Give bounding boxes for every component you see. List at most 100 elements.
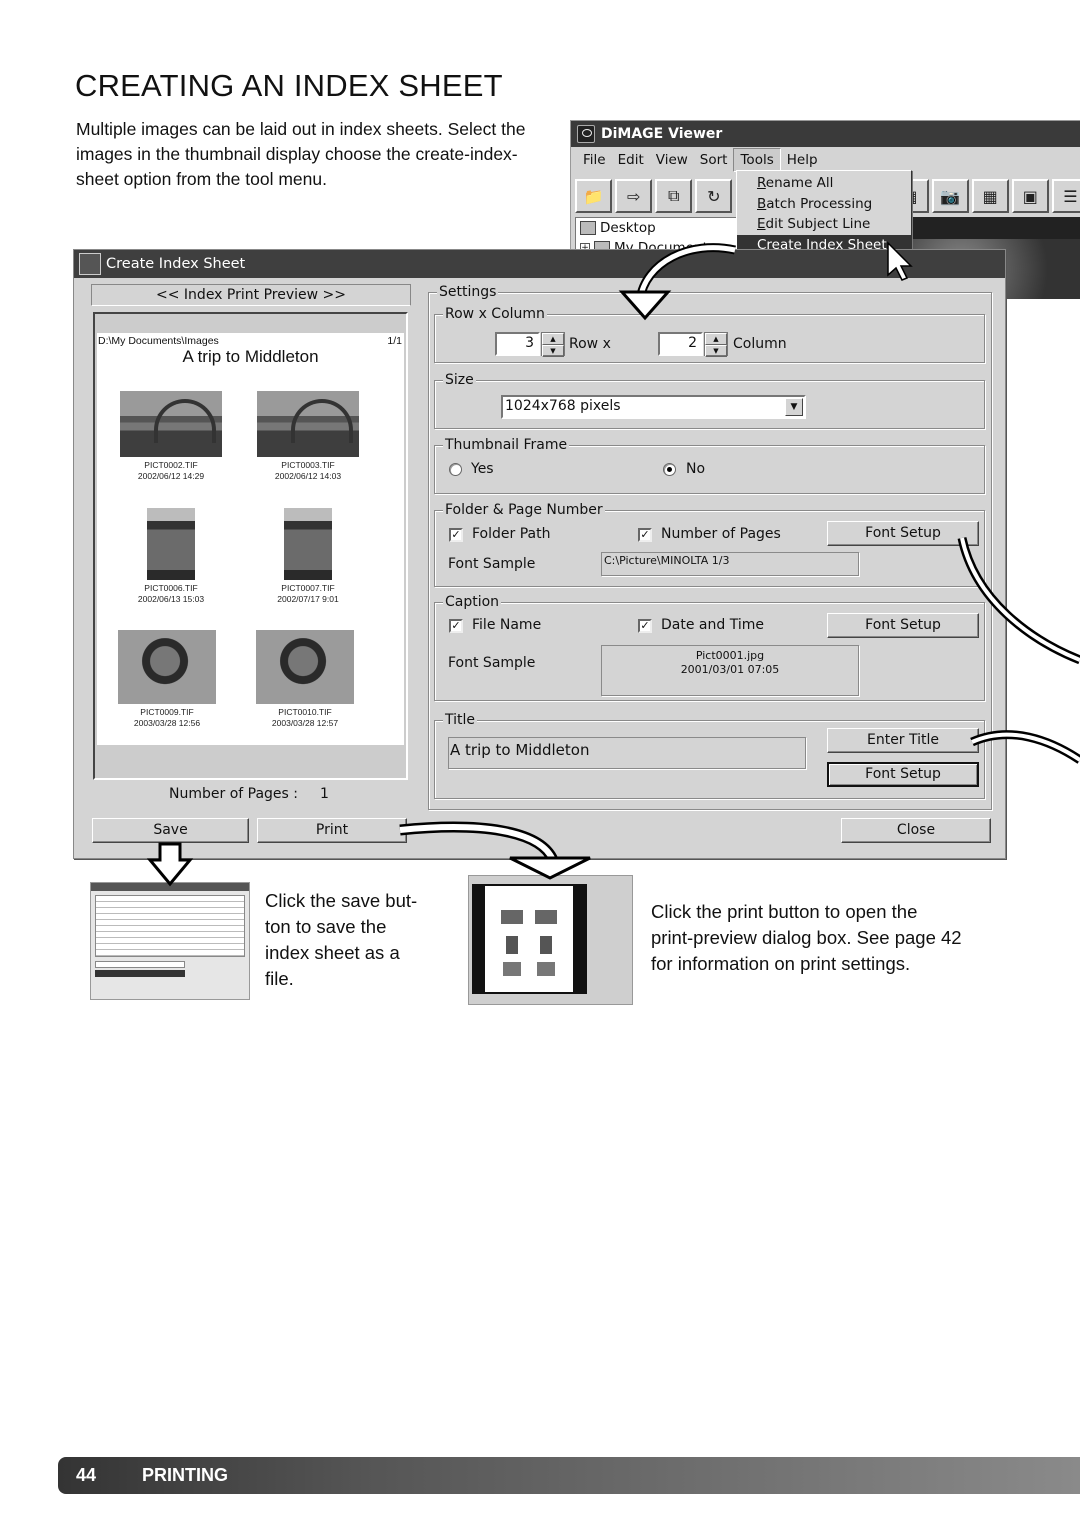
- menu-item-edit-subject-line[interactable]: Edit Subject Line: [737, 214, 911, 235]
- print-caption: Click the print button to open the print…: [651, 901, 962, 974]
- save-caption: Click the save but- ton to save the inde…: [265, 890, 418, 989]
- sheet-thumbnail: PICT0010.TIF 2003/03/28 12:57: [235, 630, 375, 729]
- settings-label: Settings: [437, 283, 499, 301]
- number-of-pages-checkbox[interactable]: ✓: [638, 528, 652, 542]
- thumbnail-frame-group: Thumbnail Frame Yes No: [434, 436, 985, 494]
- rows-input[interactable]: 3: [495, 332, 540, 356]
- date-time-label: Date and Time: [661, 617, 764, 633]
- date-time-checkbox[interactable]: ✓: [638, 619, 652, 633]
- move-to-folder-icon[interactable]: ⇨: [615, 179, 653, 213]
- folder-font-setup-button[interactable]: Font Setup: [827, 521, 979, 546]
- save-button[interactable]: Save: [92, 818, 249, 843]
- close-button[interactable]: Close: [841, 818, 991, 843]
- title-group: Title A trip to Middleton Enter Title Fo…: [434, 711, 985, 799]
- caption-label: Caption: [443, 593, 502, 611]
- folder-page-number-label: Folder & Page Number: [443, 501, 605, 519]
- sheet-thumbnail: PICT0009.TIF 2003/03/28 12:56: [97, 630, 237, 729]
- page-number: 44: [76, 1465, 97, 1485]
- viewer-title-bar: DiMAGE Viewer: [571, 121, 1080, 147]
- frame-yes-label: Yes: [471, 461, 494, 477]
- print-preview-screenshot: [468, 875, 633, 1005]
- enter-title-button[interactable]: Enter Title: [827, 728, 979, 753]
- columns-input[interactable]: 2: [658, 332, 703, 356]
- caption-font-setup-button[interactable]: Font Setup: [827, 613, 979, 638]
- menu-item-batch-processing[interactable]: Batch Processing: [737, 194, 911, 215]
- intro-paragraph: Multiple images can be laid out in index…: [76, 119, 526, 189]
- menu-file[interactable]: File: [577, 149, 612, 171]
- folder-path-checkbox[interactable]: ✓: [449, 528, 463, 542]
- size-group: Size 1024x768 pixels ▼: [434, 371, 985, 429]
- sheet-thumbnail: PICT0002.TIF 2002/06/12 14:29: [101, 391, 241, 482]
- columns-spinner[interactable]: ▲ ▼: [704, 332, 728, 357]
- rows-spinner[interactable]: ▲ ▼: [541, 332, 565, 357]
- folder-font-sample: C:\Picture\MINOLTA 1/3: [601, 552, 859, 576]
- thumbnail-image: [256, 630, 354, 704]
- dialog-title-bar: Create Index Sheet: [74, 250, 1005, 278]
- size-select[interactable]: 1024x768 pixels ▼: [501, 395, 806, 419]
- thumbnail-image: [284, 508, 332, 580]
- sheet-thumbnail: PICT0003.TIF 2002/06/12 14:03: [238, 391, 378, 482]
- copy-to-folder-icon[interactable]: ⧉: [655, 179, 693, 213]
- thumbnail-image: [118, 630, 216, 704]
- frame-yes-radio[interactable]: [449, 463, 462, 476]
- save-as-dialog-screenshot: [90, 882, 250, 1000]
- file-name-label: File Name: [472, 617, 542, 633]
- spin-down-icon: ▼: [705, 345, 727, 357]
- menu-help[interactable]: Help: [781, 149, 824, 171]
- columns-label: Column: [733, 336, 787, 352]
- sheet-page-number: 1/1: [387, 335, 402, 347]
- menu-edit[interactable]: Edit: [612, 149, 650, 171]
- frame-no-label: No: [686, 461, 706, 477]
- title-field: A trip to Middleton: [448, 737, 806, 769]
- spin-down-icon: ▼: [542, 345, 564, 357]
- chevron-down-icon[interactable]: ▼: [785, 398, 803, 416]
- rows-label: Row x: [569, 336, 611, 352]
- thumbnail-frame-label: Thumbnail Frame: [443, 436, 570, 454]
- page-footer: 44 PRINTING: [58, 1457, 1080, 1494]
- desktop-icon: [580, 221, 596, 235]
- folder-path-label: Folder Path: [472, 526, 551, 542]
- menu-tools[interactable]: Tools: [733, 148, 781, 172]
- sheet-title: A trip to Middleton: [182, 347, 319, 366]
- caption-group: Caption ✓ File Name ✓ Date and Time Font…: [434, 593, 985, 701]
- file-name-checkbox[interactable]: ✓: [449, 619, 463, 633]
- folder-page-number-group: Folder & Page Number ✓ Folder Path ✓ Num…: [434, 501, 985, 587]
- index-print-preview: D:\My Documents\Images 1/1 A trip to Mid…: [93, 312, 408, 780]
- title-font-setup-button[interactable]: Font Setup: [827, 762, 979, 787]
- section-name: PRINTING: [142, 1465, 229, 1485]
- number-of-pages-label: Number of Pages: [661, 526, 781, 542]
- sheet-thumbnail: PICT0006.TIF 2002/06/13 15:03: [101, 508, 241, 605]
- sheet-folder-path: D:\My Documents\Images: [98, 335, 219, 347]
- new-folder-icon[interactable]: 📁: [575, 179, 613, 213]
- row-column-label: Row x Column: [443, 305, 547, 323]
- dimage-app-icon: [79, 253, 101, 275]
- manual-page: CREATING AN INDEX SHEET Multiple images …: [0, 0, 1080, 1529]
- thumbnail-detail-icon[interactable]: ▣: [1011, 179, 1049, 213]
- create-index-sheet-dialog: Create Index Sheet << Index Print Previe…: [73, 249, 1006, 859]
- spin-up-icon: ▲: [542, 333, 564, 345]
- menu-sort[interactable]: Sort: [694, 149, 734, 171]
- font-sample-label: Font Sample: [448, 556, 536, 572]
- rotate-icon[interactable]: ↻: [695, 179, 733, 213]
- thumbnail-grid-icon[interactable]: ▦: [971, 179, 1009, 213]
- print-button[interactable]: Print: [257, 818, 407, 843]
- dialog-title: Create Index Sheet: [106, 256, 246, 272]
- spin-up-icon: ▲: [705, 333, 727, 345]
- caption-font-sample: Pict0001.jpg 2001/03/01 07:05: [601, 645, 859, 696]
- font-sample-label: Font Sample: [448, 655, 536, 671]
- thumbnail-image: [120, 391, 222, 457]
- index-sheet-page: D:\My Documents\Images 1/1 A trip to Mid…: [97, 333, 404, 745]
- dimage-app-icon: [577, 125, 595, 143]
- menu-item-rename-all[interactable]: Rename All: [737, 173, 911, 194]
- number-of-pages: Number of Pages :1: [169, 786, 329, 802]
- sheet-thumbnail: PICT0007.TIF 2002/07/17 9:01: [238, 508, 378, 605]
- frame-no-radio[interactable]: [663, 463, 676, 476]
- list-icon[interactable]: ☰: [1051, 179, 1080, 213]
- settings-group: Settings Row x Column 3 ▲ ▼ Row x 2 ▲ ▼ Co…: [428, 283, 992, 810]
- page-heading: CREATING AN INDEX SHEET: [75, 68, 503, 103]
- thumbnail-image: [147, 508, 195, 580]
- menu-view[interactable]: View: [650, 149, 694, 171]
- index-print-preview-header: << Index Print Preview >>: [91, 284, 411, 306]
- camera-icon[interactable]: 📷: [931, 179, 969, 213]
- viewer-title: DiMAGE Viewer: [601, 126, 723, 142]
